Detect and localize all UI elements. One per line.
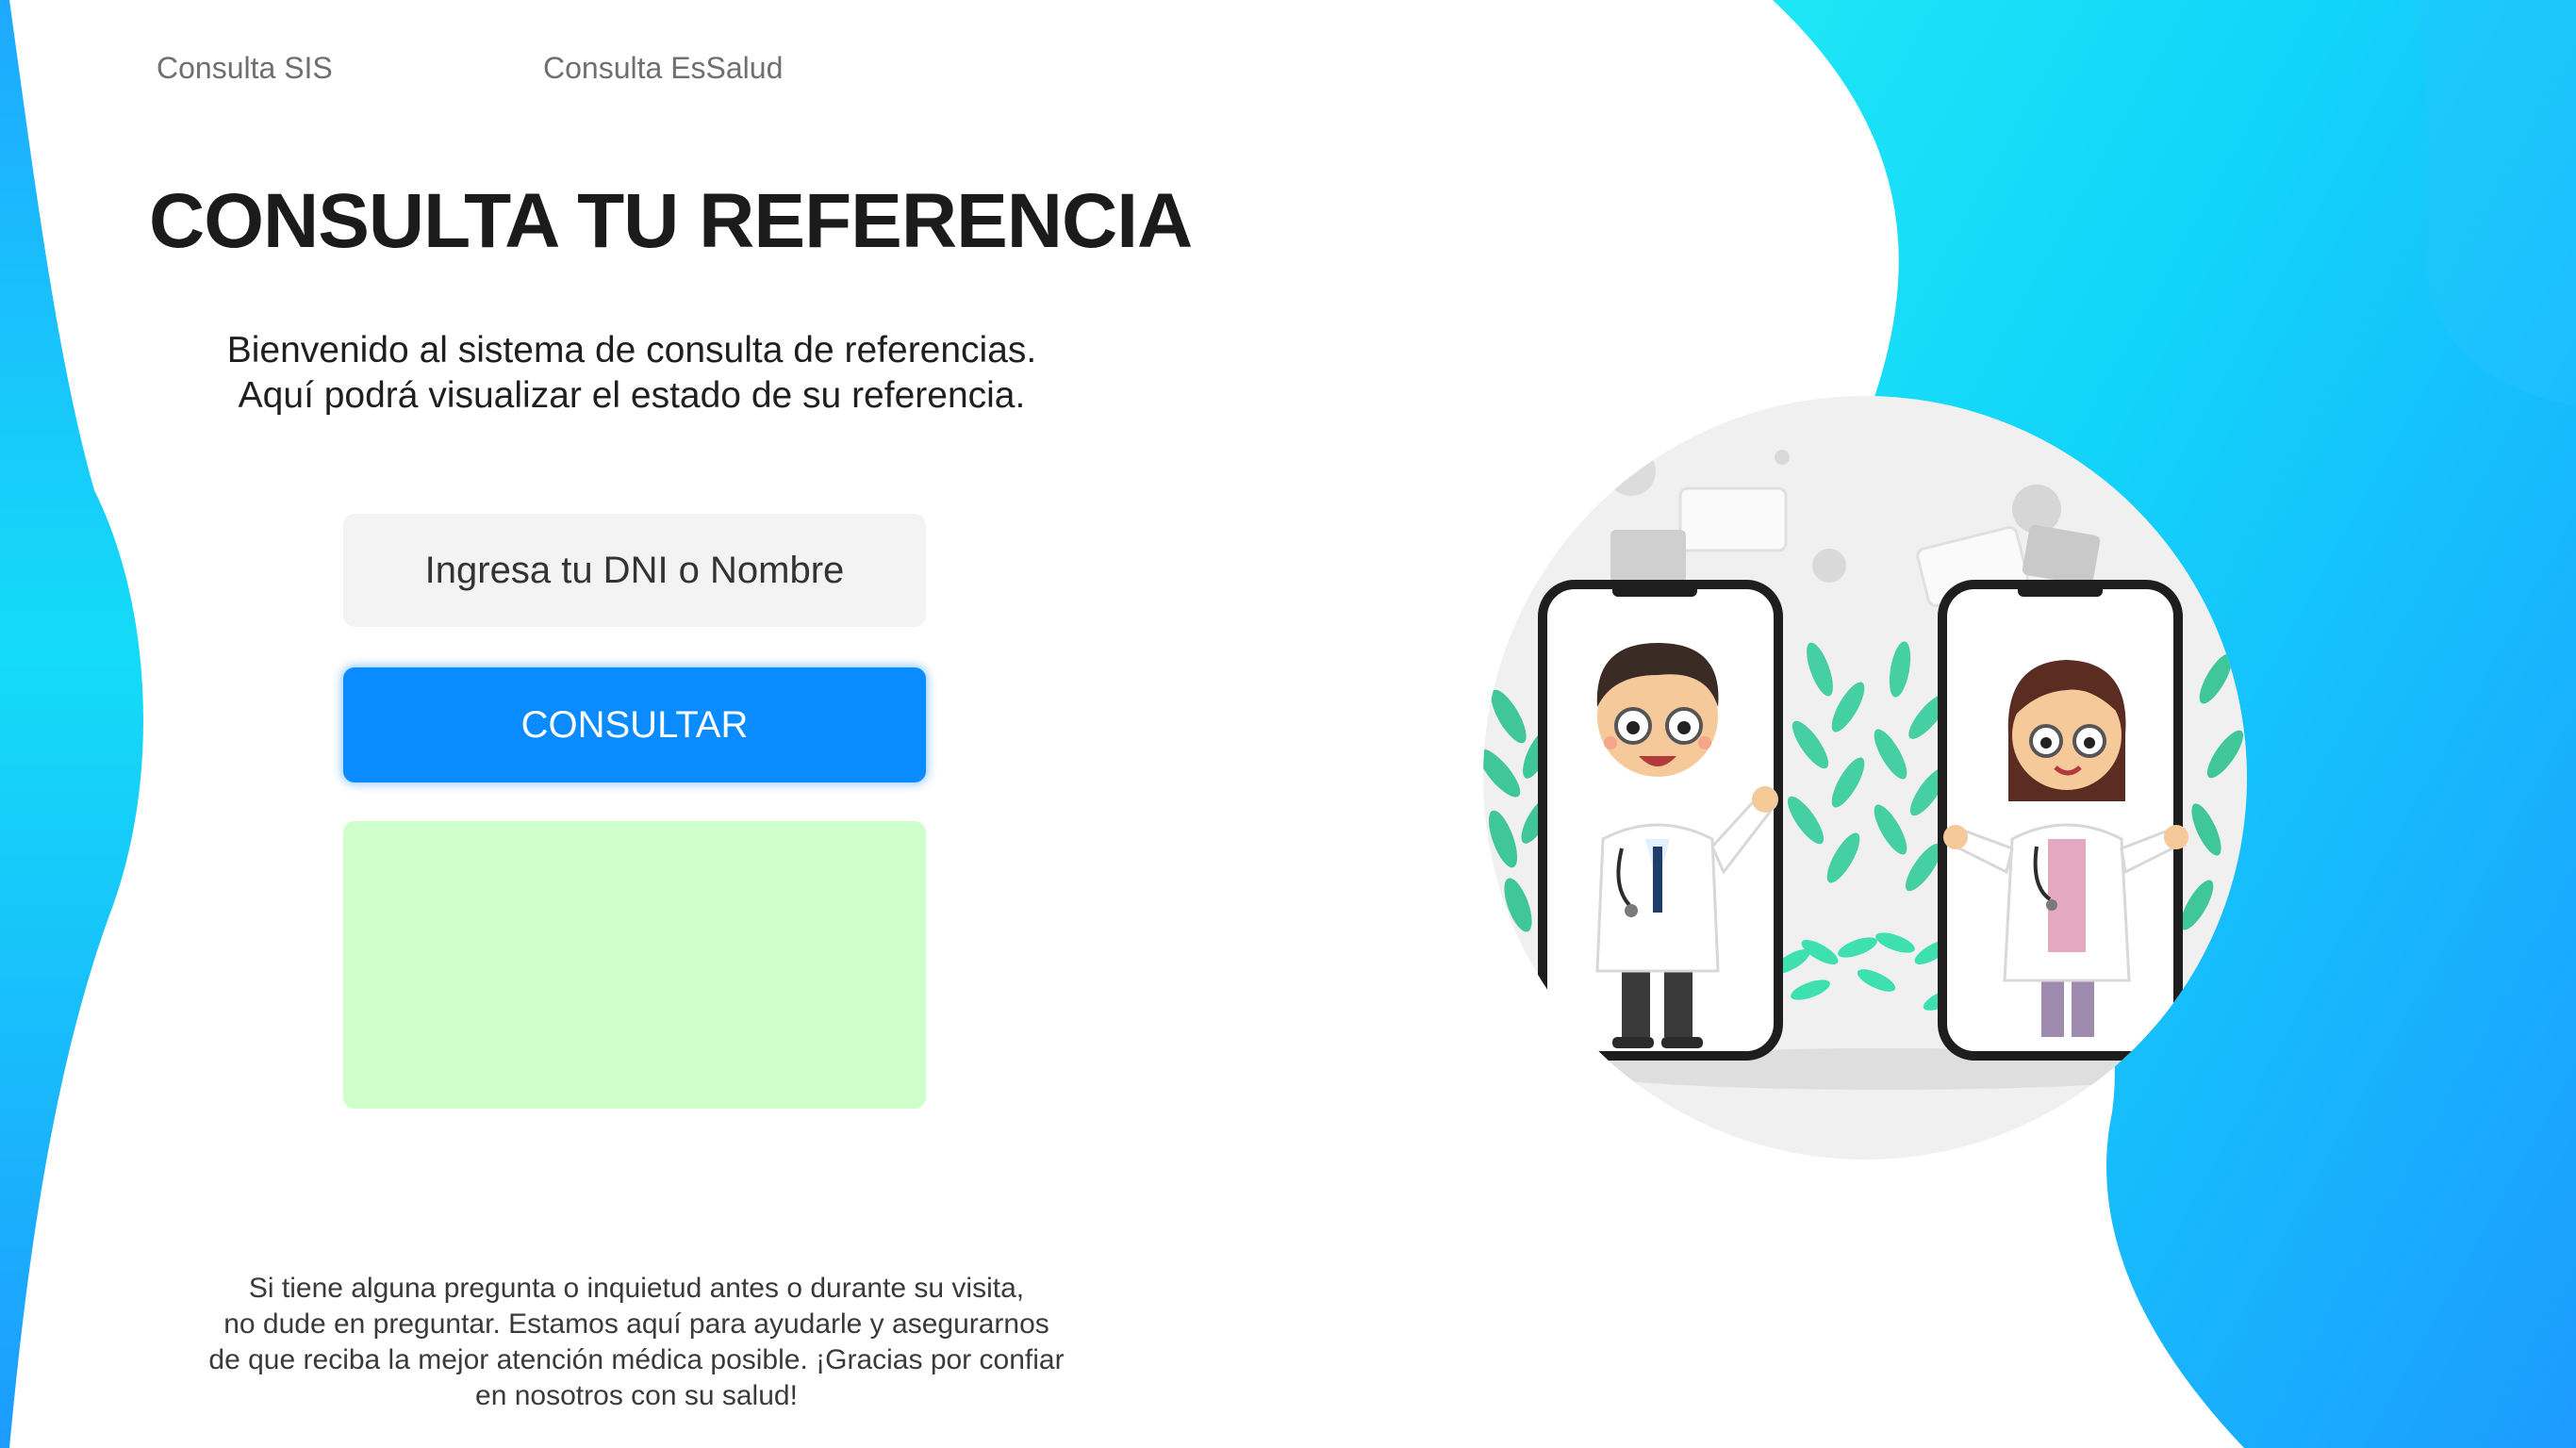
footer-line-2: no dude en preguntar. Estamos aquí para … <box>223 1308 1049 1340</box>
welcome-text: Bienvenido al sistema de consulta de ref… <box>132 328 1131 419</box>
left-wave-shape <box>0 0 144 1448</box>
nav-consulta-essalud[interactable]: Consulta EsSalud <box>543 51 783 86</box>
result-box <box>343 821 926 1109</box>
welcome-line-1: Bienvenido al sistema de consulta de ref… <box>226 330 1037 370</box>
dni-search-input[interactable] <box>343 514 926 627</box>
footer-line-4: en nosotros con su salud! <box>475 1380 798 1411</box>
footer-message: Si tiene alguna pregunta o inquietud ant… <box>151 1271 1122 1414</box>
consultar-button[interactable]: CONSULTAR <box>343 667 926 782</box>
footer-line-3: de que reciba la mejor atención médica p… <box>208 1344 1065 1375</box>
page-title: CONSULTA TU REFERENCIA <box>149 178 1193 264</box>
nav-consulta-sis[interactable]: Consulta SIS <box>157 51 333 86</box>
footer-line-1: Si tiene alguna pregunta o inquietud ant… <box>248 1273 1025 1304</box>
welcome-line-2: Aquí podrá visualizar el estado de su re… <box>238 375 1026 416</box>
doctors-illustration <box>1483 396 2247 1160</box>
